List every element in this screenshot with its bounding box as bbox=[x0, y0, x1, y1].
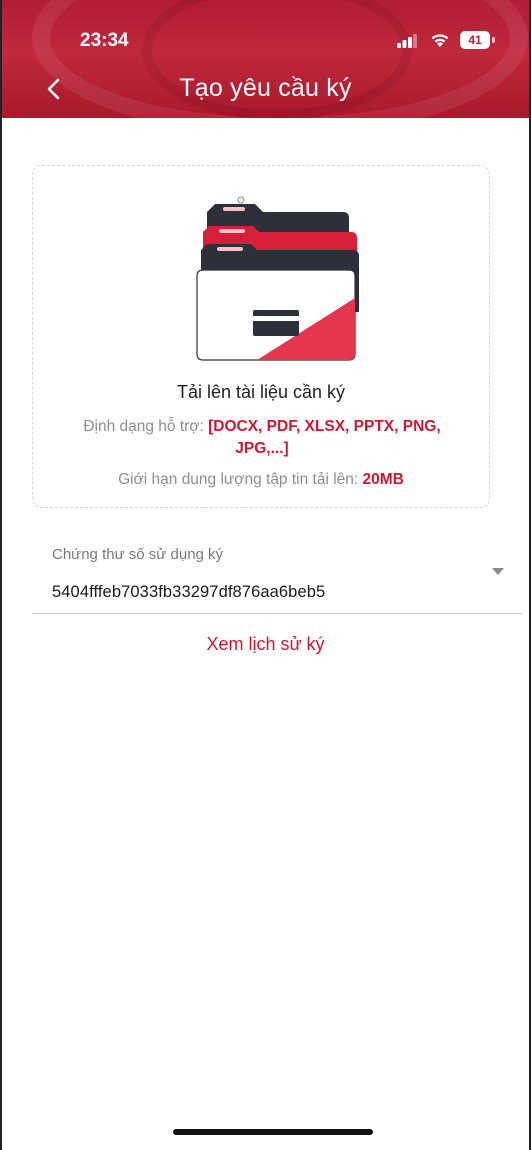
status-time: 23:34 bbox=[80, 30, 129, 51]
certificate-select[interactable]: Chứng thư số sử dụng ký 5404fffeb7033fb3… bbox=[32, 540, 522, 614]
view-signing-history-link[interactable]: Xem lịch sử ký bbox=[2, 634, 529, 655]
page-title: Tạo yêu cầu ký bbox=[179, 74, 352, 102]
certificate-select-underline bbox=[32, 613, 522, 614]
certificate-select-label: Chứng thư số sử dụng ký bbox=[52, 546, 224, 563]
folder-document-icon bbox=[196, 196, 359, 361]
file-size-limit-label: Giới hạn dung lượng tập tin tải lên: bbox=[118, 471, 359, 488]
chevron-down-icon bbox=[492, 568, 504, 575]
supported-formats: Định dạng hỗ trợ: [DOCX, PDF, XLSX, PPTX… bbox=[73, 416, 451, 460]
supported-formats-value: [DOCX, PDF, XLSX, PPTX, PNG, JPG,...] bbox=[208, 418, 441, 457]
file-size-limit: Giới hạn dung lượng tập tin tải lên: 20M… bbox=[33, 471, 489, 489]
app-screen: 23:34 41 Tạo yêu cầu ký Tải lên tài liệu… bbox=[0, 0, 531, 1150]
upload-dropzone[interactable]: Tải lên tài liệu cần ký Định dạng hỗ trợ… bbox=[32, 165, 490, 508]
status-bar: 23:34 41 bbox=[2, 0, 529, 51]
upload-title: Tải lên tài liệu cần ký bbox=[176, 382, 346, 402]
supported-formats-label: Định dạng hỗ trợ: bbox=[83, 418, 204, 435]
signal-bars-icon bbox=[397, 34, 417, 48]
wifi-icon bbox=[431, 34, 449, 47]
header: 23:34 41 Tạo yêu cầu ký bbox=[2, 0, 529, 118]
certificate-select-value: 5404fffeb7033fb33297df876aa6beb5 bbox=[52, 583, 326, 601]
battery-level: 41 bbox=[468, 33, 482, 47]
battery-icon: 41 bbox=[460, 31, 496, 49]
home-indicator bbox=[173, 1129, 373, 1135]
battery-tip bbox=[492, 37, 495, 43]
file-size-limit-value: 20MB bbox=[362, 471, 404, 488]
